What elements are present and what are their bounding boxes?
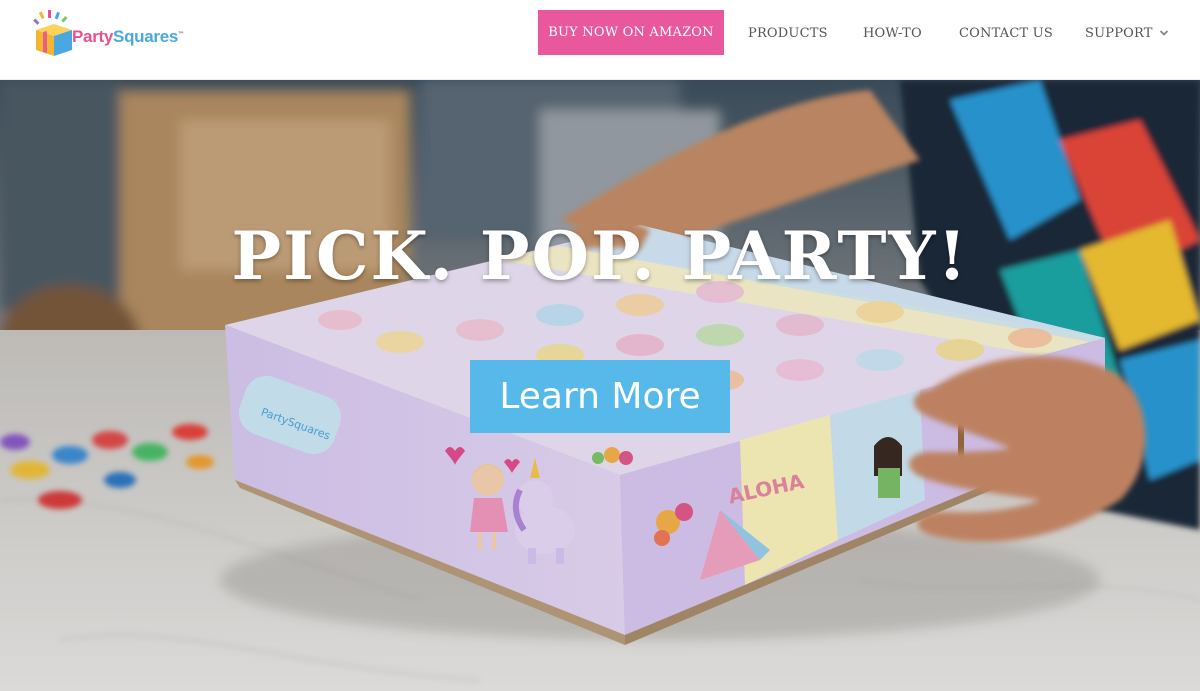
logo-wordmark: PartySquares™	[72, 27, 184, 47]
logo-text-party: Party	[72, 27, 114, 46]
hero-section: PartySquares ALOHA PICK. POP. PARTY! Lea…	[0, 80, 1200, 691]
nav-item-how-to[interactable]: HOW-TO	[863, 22, 922, 44]
hero-headline: PICK. POP. PARTY!	[231, 217, 969, 295]
nav-item-contact-us[interactable]: CONTACT US	[959, 22, 1053, 44]
nav-support-label: SUPPORT	[1085, 25, 1153, 41]
nav-item-support[interactable]: SUPPORT	[1085, 22, 1169, 44]
chevron-down-icon	[1159, 30, 1168, 36]
learn-more-button[interactable]: Learn More	[470, 360, 730, 433]
nav-item-products[interactable]: PRODUCTS	[748, 22, 828, 44]
partysquares-logo[interactable]: PartySquares™	[32, 10, 192, 58]
gift-box-icon	[33, 10, 72, 56]
buy-now-amazon-button[interactable]: BUY NOW ON AMAZON	[538, 10, 724, 55]
site-header: PartySquares™ BUY NOW ON AMAZON PRODUCTS…	[0, 0, 1200, 80]
trademark-mark: ™	[178, 31, 184, 38]
logo-text-squares: Squares	[113, 27, 179, 46]
